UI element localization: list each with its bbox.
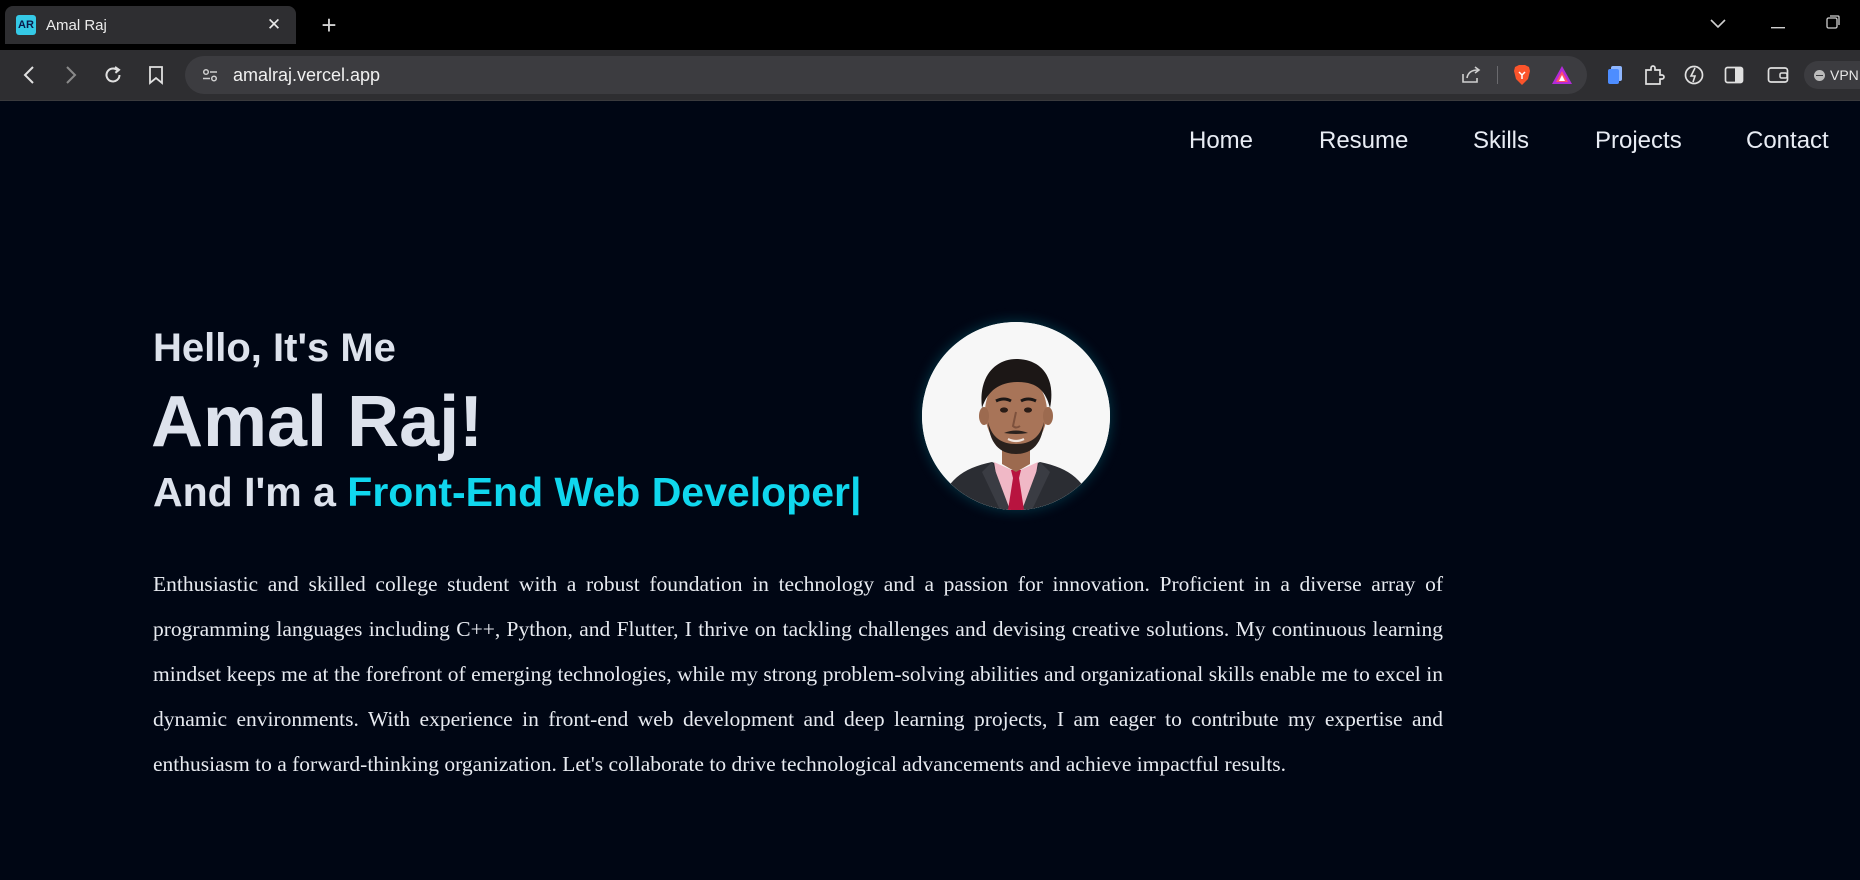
minimize-icon[interactable] [1763,10,1793,40]
nav-link-home[interactable]: Home [1189,126,1253,156]
brave-rewards-icon[interactable] [1549,62,1575,88]
hero-role-line: And I'm a Front-End Web Developer| [153,468,861,516]
vpn-button[interactable]: VPN [1804,61,1860,89]
wallet-icon[interactable] [1765,62,1791,88]
sidebar-toggle-icon[interactable] [1721,62,1747,88]
tab-close-icon[interactable]: ✕ [264,15,284,35]
extensions-puzzle-icon[interactable] [1641,62,1667,88]
browser-toolbar: amalraj.vercel.app VPN [0,50,1860,101]
hero-bio: Enthusiastic and skilled college student… [153,572,1443,776]
hero-name: Amal Raj! [151,382,484,462]
nav-link-projects[interactable]: Projects [1595,126,1682,156]
profile-photo-icon [922,322,1110,510]
tab-favicon: AR [16,15,36,35]
hero-greeting: Hello, It's Me [153,326,396,370]
nav-link-skills[interactable]: Skills [1473,126,1529,156]
restore-window-icon[interactable] [1818,10,1848,40]
browser-tab-strip: AR Amal Raj ✕ + [0,0,1860,50]
role-prefix: And I'm a [153,469,348,515]
bookmark-icon[interactable] [143,62,169,88]
new-tab-icon[interactable]: + [314,10,344,40]
vpn-status-icon [1814,69,1825,81]
browser-tab-active[interactable]: AR Amal Raj ✕ [5,6,296,44]
url-text: amalraj.vercel.app [233,65,381,85]
extension-icon[interactable] [1602,62,1628,88]
tab-title: Amal Raj [46,16,107,34]
back-icon[interactable] [16,62,42,88]
nav-link-contact[interactable]: Contact [1746,126,1829,156]
vpn-label: VPN [1830,67,1859,83]
nav-link-resume[interactable]: Resume [1319,126,1408,156]
brave-shields-icon[interactable] [1509,62,1535,88]
address-bar-divider [1497,66,1498,84]
share-icon[interactable] [1458,62,1484,88]
forward-icon[interactable] [58,62,84,88]
reload-icon[interactable] [100,62,126,88]
typing-cursor: | [849,469,862,515]
profile-avatar [922,322,1110,510]
role-title: Front-End Web Developer [347,469,850,515]
site-info-icon[interactable] [197,62,223,88]
leo-ai-icon[interactable] [1681,62,1707,88]
tab-search-chevron-icon[interactable] [1703,10,1733,40]
address-bar[interactable]: amalraj.vercel.app [185,56,1587,94]
